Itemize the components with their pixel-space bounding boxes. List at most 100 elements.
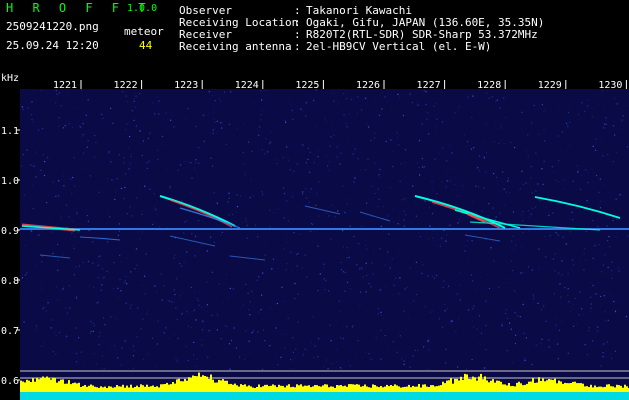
noise-speckle	[361, 225, 363, 228]
noise-speckle	[357, 96, 359, 98]
noise-speckle	[304, 348, 306, 350]
noise-speckle	[521, 111, 523, 113]
noise-speckle	[75, 340, 77, 342]
noise-speckle	[25, 244, 27, 246]
level-bar	[328, 387, 330, 392]
noise-speckle	[290, 251, 292, 253]
noise-speckle	[594, 171, 596, 173]
noise-speckle	[93, 322, 95, 324]
level-bar	[250, 386, 252, 392]
noise-speckle	[444, 310, 446, 312]
noise-speckle	[86, 214, 88, 217]
noise-speckle	[445, 348, 447, 350]
noise-speckle	[129, 307, 132, 309]
noise-speckle	[357, 158, 359, 160]
noise-speckle	[430, 311, 432, 313]
noise-speckle	[391, 258, 393, 260]
noise-speckle	[432, 237, 434, 239]
noise-speckle	[265, 241, 267, 243]
noise-speckle	[362, 276, 364, 278]
noise-speckle	[538, 134, 540, 136]
level-bar	[330, 386, 332, 392]
noise-speckle	[97, 277, 99, 279]
noise-speckle	[116, 178, 118, 180]
noise-speckle	[541, 338, 543, 340]
noise-speckle	[220, 101, 222, 103]
noise-speckle	[417, 349, 419, 351]
noise-speckle	[246, 224, 248, 226]
noise-speckle	[441, 326, 444, 328]
noise-speckle	[76, 361, 78, 363]
noise-speckle	[35, 176, 37, 178]
noise-speckle	[511, 260, 513, 262]
noise-speckle	[614, 98, 616, 100]
noise-speckle	[533, 295, 535, 297]
noise-speckle	[427, 238, 430, 240]
noise-speckle	[31, 101, 33, 103]
level-bar	[312, 386, 314, 392]
noise-speckle	[245, 217, 247, 219]
noise-speckle	[417, 104, 419, 106]
noise-speckle	[588, 327, 590, 329]
level-bar	[164, 384, 166, 392]
noise-speckle	[176, 359, 178, 361]
noise-speckle	[478, 315, 481, 317]
noise-speckle	[392, 341, 394, 343]
noise-speckle	[293, 232, 295, 234]
level-bar	[552, 379, 554, 392]
noise-speckle	[336, 348, 338, 350]
noise-speckle	[111, 179, 113, 181]
noise-speckle	[302, 193, 304, 195]
noise-speckle	[24, 274, 27, 276]
noise-speckle	[478, 170, 481, 172]
noise-speckle	[609, 246, 611, 248]
noise-speckle	[57, 299, 59, 301]
noise-speckle	[608, 236, 610, 238]
noise-speckle	[514, 342, 516, 345]
noise-speckle	[302, 355, 304, 357]
noise-speckle	[479, 239, 481, 241]
noise-speckle	[66, 312, 69, 314]
level-bar	[604, 386, 606, 392]
noise-speckle	[467, 309, 470, 311]
level-bar	[160, 384, 162, 392]
noise-speckle	[228, 343, 231, 345]
carrier-line	[20, 228, 629, 230]
noise-speckle	[392, 221, 395, 223]
noise-speckle	[286, 263, 288, 265]
noise-speckle	[93, 353, 95, 355]
noise-speckle	[506, 350, 508, 352]
level-bar	[212, 379, 214, 392]
noise-speckle	[157, 320, 159, 322]
noise-speckle	[361, 267, 363, 269]
noise-speckle	[478, 186, 480, 188]
level-bar	[130, 384, 132, 392]
level-bar	[626, 386, 628, 392]
noise-speckle	[429, 225, 431, 227]
noise-speckle	[399, 277, 401, 279]
noise-speckle	[535, 206, 537, 208]
noise-speckle	[86, 231, 88, 233]
noise-speckle	[98, 256, 100, 258]
noise-speckle	[506, 282, 508, 284]
noise-speckle	[526, 149, 528, 151]
level-bar	[562, 383, 564, 392]
noise-speckle	[485, 123, 487, 126]
noise-speckle	[21, 165, 23, 167]
noise-speckle	[543, 235, 546, 237]
noise-speckle	[381, 154, 383, 156]
level-bar	[116, 385, 118, 392]
level-bar	[254, 388, 256, 392]
noise-speckle	[404, 161, 406, 164]
noise-speckle	[297, 321, 299, 323]
noise-speckle	[173, 257, 175, 259]
noise-speckle	[55, 96, 57, 98]
level-bar	[432, 385, 434, 392]
level-bar	[108, 386, 110, 392]
noise-speckle	[272, 258, 275, 260]
level-bar	[246, 386, 248, 392]
noise-speckle	[399, 335, 401, 337]
noise-speckle	[52, 181, 54, 183]
noise-speckle	[282, 143, 284, 145]
noise-speckle	[202, 114, 204, 116]
